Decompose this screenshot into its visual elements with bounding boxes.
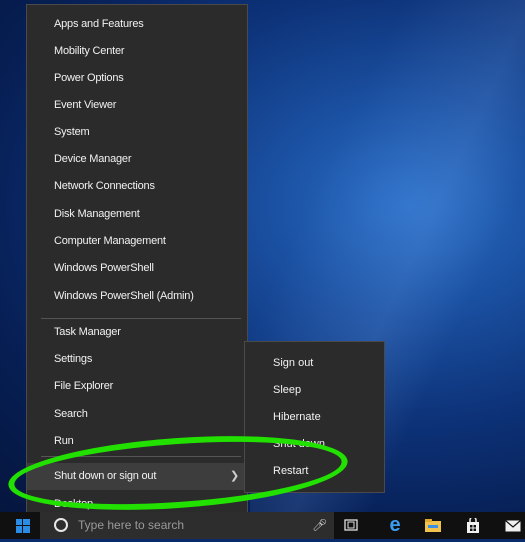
task-view-icon[interactable] (340, 512, 362, 539)
menu-item-task-manager[interactable]: Task Manager (27, 319, 247, 346)
menu-item-apps-and-features[interactable]: Apps and Features (27, 11, 247, 38)
menu-item-file-explorer[interactable]: File Explorer (27, 373, 247, 400)
menu-item-windows-powershell[interactable]: Windows PowerShell (27, 255, 247, 282)
menu-item-network-connections[interactable]: Network Connections (27, 173, 247, 200)
store-icon[interactable] (460, 512, 486, 539)
menu-item-system[interactable]: System (27, 119, 247, 146)
file-explorer-icon[interactable] (420, 512, 446, 539)
submenu-item-sleep[interactable]: Sleep (245, 377, 384, 404)
search-placeholder: Type here to search (78, 518, 185, 532)
start-button[interactable] (8, 512, 38, 539)
mail-icon[interactable] (500, 512, 525, 539)
submenu-item-sign-out[interactable]: Sign out (245, 350, 384, 377)
menu-item-power-options[interactable]: Power Options (27, 65, 247, 92)
menu-item-search[interactable]: Search (27, 401, 247, 428)
menu-item-settings[interactable]: Settings (27, 346, 247, 373)
menu-item-mobility-center[interactable]: Mobility Center (27, 38, 247, 65)
menu-item-event-viewer[interactable]: Event Viewer (27, 92, 247, 119)
taskbar-search-box[interactable]: Type here to search 🎤︎ (40, 512, 334, 539)
menu-item-computer-management[interactable]: Computer Management (27, 228, 247, 255)
edge-browser-icon[interactable]: e (382, 512, 408, 539)
cortana-ring-icon (54, 518, 68, 532)
windows-logo-icon (16, 519, 30, 533)
submenu-item-hibernate[interactable]: Hibernate (245, 404, 384, 431)
microphone-icon[interactable]: 🎤︎ (312, 512, 327, 539)
menu-item-disk-management[interactable]: Disk Management (27, 201, 247, 228)
menu-item-windows-powershell-admin[interactable]: Windows PowerShell (Admin) (27, 283, 247, 310)
menu-item-device-manager[interactable]: Device Manager (27, 146, 247, 173)
taskbar: Type here to search 🎤︎ e (0, 512, 525, 539)
